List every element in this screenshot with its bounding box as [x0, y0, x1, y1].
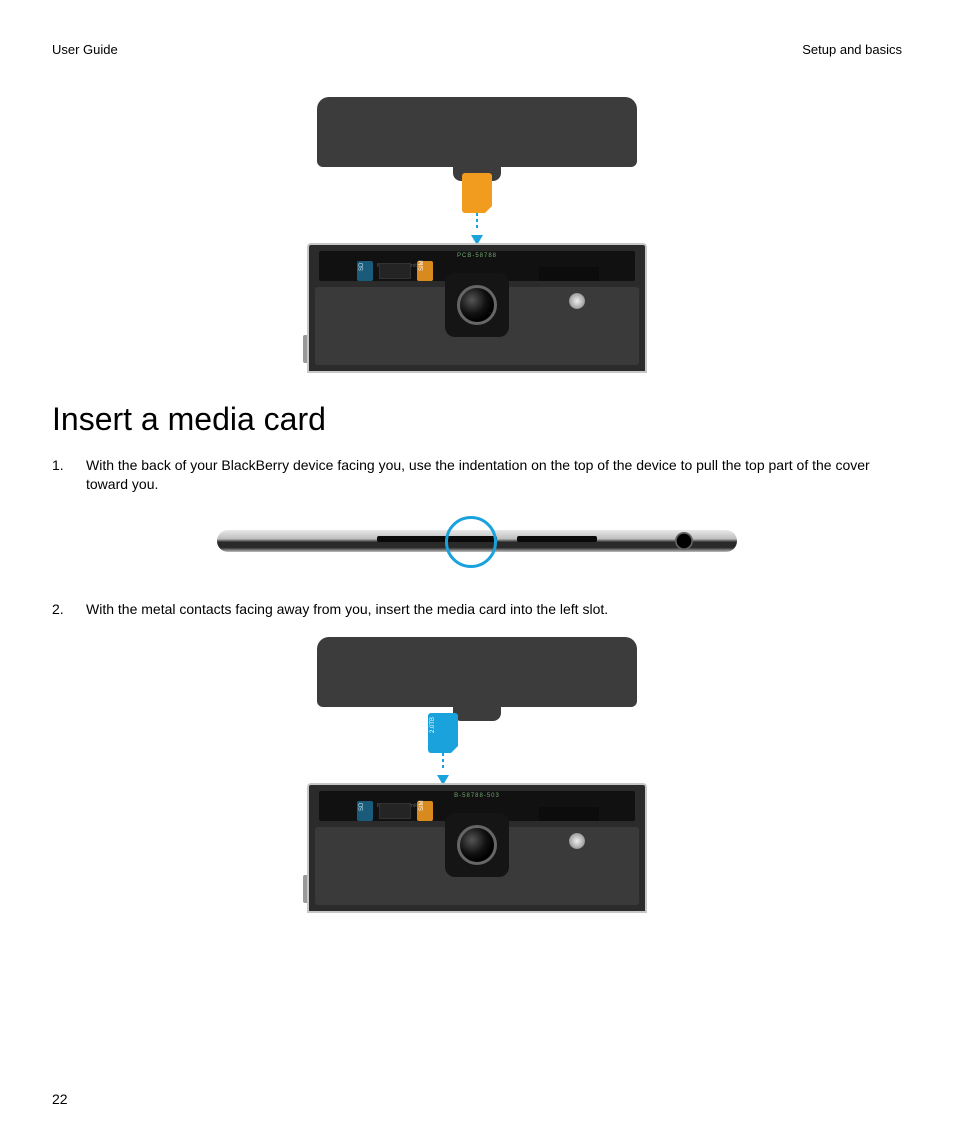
figure-top-edge	[52, 512, 902, 572]
headphone-jack-icon	[675, 532, 693, 550]
speaker-grille	[539, 807, 599, 821]
header-left: User Guide	[52, 42, 118, 57]
media-card-icon: 2.0TB	[428, 713, 458, 753]
flash-icon	[569, 833, 585, 849]
chip-icon	[379, 263, 411, 279]
sim-slot-icon	[417, 801, 433, 821]
device-top-cover	[317, 637, 637, 707]
guide-line	[442, 753, 444, 771]
step-text: With the metal contacts facing away from…	[86, 600, 608, 619]
device-top-cover	[317, 97, 637, 167]
side-button	[303, 335, 307, 363]
sd-slot-icon	[357, 261, 373, 281]
pcb-label: B-58788-503	[454, 793, 500, 799]
sim-slot-icon	[417, 261, 433, 281]
highlight-circle-icon	[445, 516, 497, 568]
device-back: B-58788-503 BlackBerry Limited	[307, 783, 647, 913]
step-text: With the back of your BlackBerry device …	[86, 456, 902, 494]
sim-card-icon	[462, 173, 492, 213]
figure-media-card-insert: 2.0TB B-58788-503 BlackBerry Limited	[52, 637, 902, 913]
figure-sim-insert: PCB-58788 BlackBerry Limited	[52, 97, 902, 373]
section-heading: Insert a media card	[52, 401, 902, 438]
page-number: 22	[52, 1091, 68, 1107]
step-number: 2.	[52, 600, 66, 619]
step-1: 1. With the back of your BlackBerry devi…	[52, 456, 902, 494]
header-right: Setup and basics	[802, 42, 902, 57]
chip-icon	[379, 803, 411, 819]
step-2: 2. With the metal contacts facing away f…	[52, 600, 902, 619]
guide-line	[476, 213, 478, 231]
device-back: PCB-58788 BlackBerry Limited	[307, 243, 647, 373]
camera-icon	[445, 273, 509, 337]
speaker-grille	[539, 267, 599, 281]
camera-icon	[445, 813, 509, 877]
edge-slot	[517, 536, 597, 542]
sd-slot-icon	[357, 801, 373, 821]
side-button	[303, 875, 307, 903]
flash-icon	[569, 293, 585, 309]
media-card-label: 2.0TB	[430, 717, 436, 733]
pcb-label: PCB-58788	[457, 253, 497, 259]
step-number: 1.	[52, 456, 66, 494]
